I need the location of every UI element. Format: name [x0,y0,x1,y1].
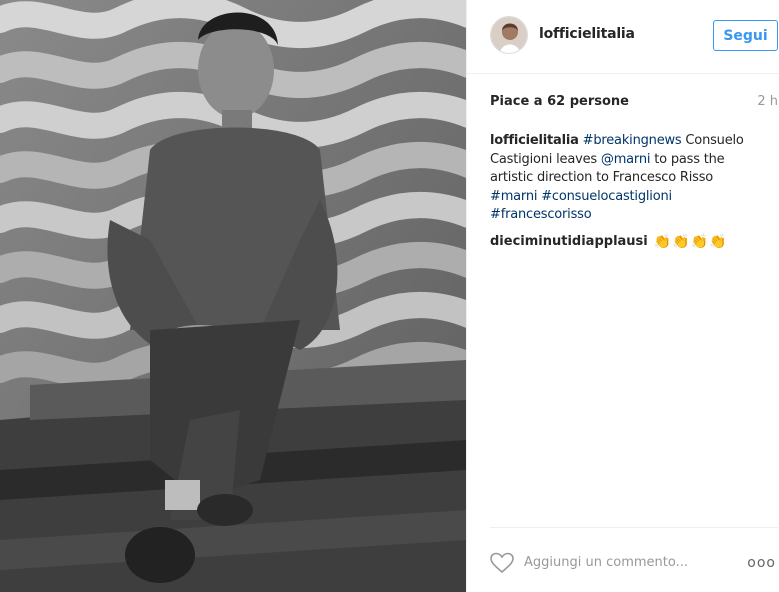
follow-button[interactable]: Segui [713,20,778,51]
likes-count[interactable]: Piace a 62 persone [490,94,629,109]
avatar-image [491,17,527,53]
comment-item: dieciminutidiapplausi 👏 👏 👏 👏 [490,233,760,251]
clap-emoji-1: 👏 [653,233,672,250]
avatar[interactable] [490,16,528,54]
comments-list: lofficielitalia #breakingnews Consuelo C… [490,132,760,251]
clap-emoji-4: 👏 [709,233,727,250]
hashtag-marni[interactable]: #marni [490,189,537,204]
mention-marni[interactable]: @marni [601,152,651,167]
post-header: lofficielitalia Segui [467,0,779,74]
clap-emoji-2: 👏 [672,233,690,250]
more-options-icon[interactable]: ooo [747,555,776,571]
post-detail-panel: lofficielitalia Segui Piace a 62 persone… [466,0,779,592]
clap-emoji-3: 👏 [690,233,709,250]
hashtag-consuelocastiglioni[interactable]: #consuelocastiglioni [541,189,672,204]
comment-username-link[interactable]: dieciminutidiapplausi [490,233,648,251]
post-footer: ooo [490,527,778,592]
photo-image [0,0,466,592]
hashtag-francescorisso[interactable]: #francescorisso [490,207,592,222]
heart-icon[interactable] [490,552,514,574]
caption: lofficielitalia #breakingnews Consuelo C… [490,132,760,225]
add-comment-input[interactable] [524,553,724,571]
post-time[interactable]: 2 h [757,94,778,109]
clap-emojis: 👏 👏 👏 👏 [653,233,727,251]
post-photo[interactable] [0,0,466,592]
likes-row: Piace a 62 persone 2 h [490,94,778,114]
header-username-link[interactable]: lofficielitalia [539,26,635,42]
caption-username-link[interactable]: lofficielitalia [490,133,579,148]
hashtag-breakingnews[interactable]: #breakingnews [583,133,682,148]
